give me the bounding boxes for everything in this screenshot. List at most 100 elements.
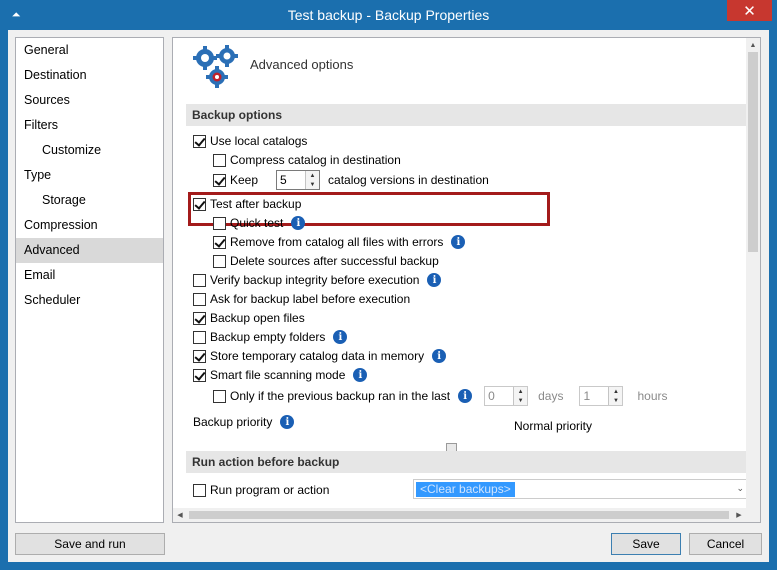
verify-integrity-option[interactable]: Verify backup integrity before execution… [193, 271, 442, 289]
compress-catalog-option[interactable]: Compress catalog in destination [213, 151, 401, 169]
action-select-value: <Clear backups> [416, 482, 515, 497]
smart-scan-checkbox[interactable] [193, 368, 206, 382]
chevron-down-icon[interactable]: ⌄ [736, 483, 744, 494]
nav-item-storage[interactable]: Storage [16, 188, 163, 213]
use-local-catalogs-label: Use local catalogs [210, 134, 308, 148]
gears-icon [193, 45, 238, 88]
keep-versions-option[interactable]: Keep 5 ▲ ▼ catalog versions in destinati… [213, 170, 489, 190]
compress-catalog-checkbox[interactable] [213, 153, 226, 167]
scroll-up-icon[interactable]: ▲ [746, 38, 760, 52]
hours-value[interactable]: 1 [580, 387, 608, 405]
quick-test-label: Quick test [230, 216, 284, 230]
cancel-button[interactable]: Cancel [689, 533, 762, 555]
keep-label: Keep [230, 173, 259, 187]
close-button[interactable]: ✕ [727, 0, 772, 21]
smart-scan-option[interactable]: Smart file scanning mode i [193, 366, 368, 384]
compress-catalog-label: Compress catalog in destination [230, 153, 401, 167]
advanced-options-panel: Advanced options Backup options Use loca… [172, 37, 761, 523]
nav-item-sources[interactable]: Sources [16, 88, 163, 113]
info-icon[interactable]: i [353, 368, 368, 382]
title-bar: ⏶ Test backup - Backup Properties ✕ [0, 0, 777, 30]
nav-item-advanced[interactable]: Advanced [16, 238, 163, 263]
info-icon[interactable]: i [432, 349, 447, 363]
ask-label-checkbox[interactable] [193, 292, 206, 306]
ask-label-label: Ask for backup label before execution [210, 292, 411, 306]
nav-item-filters[interactable]: Filters [16, 113, 163, 138]
keep-versions-stepper[interactable]: 5 ▲ ▼ [276, 170, 321, 190]
ask-label-option[interactable]: Ask for backup label before execution [193, 290, 410, 308]
settings-nav: General Destination Sources Filters Cust… [15, 37, 164, 523]
test-after-backup-checkbox[interactable] [193, 197, 206, 211]
delete-sources-checkbox[interactable] [213, 254, 226, 268]
quick-test-checkbox[interactable] [213, 216, 226, 230]
nav-item-general[interactable]: General [16, 38, 163, 63]
verify-integrity-checkbox[interactable] [193, 273, 206, 287]
keep-versions-value[interactable]: 5 [277, 171, 305, 189]
only-if-previous-checkbox[interactable] [213, 389, 226, 403]
run-program-label: Run program or action [210, 483, 330, 497]
nav-item-email[interactable]: Email [16, 263, 163, 288]
info-icon[interactable]: i [291, 216, 306, 230]
days-stepper[interactable]: 0 ▲ ▼ [484, 386, 529, 406]
keep-versions-checkbox[interactable] [213, 173, 226, 187]
nav-item-destination[interactable]: Destination [16, 63, 163, 88]
remove-from-catalog-checkbox[interactable] [213, 235, 226, 249]
nav-item-scheduler[interactable]: Scheduler [16, 288, 163, 313]
remove-from-catalog-option[interactable]: Remove from catalog all files with error… [213, 233, 466, 251]
info-icon[interactable]: i [451, 235, 466, 249]
hours-stepper[interactable]: 1 ▲ ▼ [579, 386, 624, 406]
scroll-left-icon[interactable]: ◀ [173, 508, 187, 522]
store-temp-checkbox[interactable] [193, 349, 206, 363]
delete-sources-option[interactable]: Delete sources after successful backup [213, 252, 439, 270]
backup-priority-row: Backup priority i [193, 413, 295, 431]
stepper-up-icon[interactable]: ▲ [514, 387, 528, 396]
page-title: Advanced options [250, 57, 354, 72]
save-and-run-button[interactable]: Save and run [15, 533, 165, 555]
only-if-previous-option[interactable]: Only if the previous backup ran in the l… [213, 386, 668, 406]
vertical-scrollbar[interactable]: ▲ [746, 38, 760, 508]
use-local-catalogs-option[interactable]: Use local catalogs [193, 132, 307, 150]
store-temp-option[interactable]: Store temporary catalog data in memory i [193, 347, 447, 365]
horizontal-scrollbar[interactable]: ◀ ▶ [173, 508, 746, 522]
save-button[interactable]: Save [611, 533, 681, 555]
stepper-down-icon[interactable]: ▼ [609, 396, 623, 405]
backup-priority-label: Backup priority [193, 415, 273, 429]
empty-folders-option[interactable]: Backup empty folders i [193, 328, 348, 346]
section-backup-options: Backup options [186, 104, 746, 126]
vertical-scroll-thumb[interactable] [748, 52, 758, 252]
info-icon[interactable]: i [427, 273, 442, 287]
info-icon[interactable]: i [458, 389, 473, 403]
keep-suffix-label: catalog versions in destination [328, 173, 489, 187]
info-icon[interactable]: i [333, 330, 348, 344]
remove-from-catalog-label: Remove from catalog all files with error… [230, 235, 444, 249]
stepper-up-icon[interactable]: ▲ [609, 387, 623, 396]
scroll-corner [746, 508, 760, 522]
run-program-checkbox[interactable] [193, 483, 206, 497]
test-after-backup-option[interactable]: Test after backup [193, 195, 301, 213]
info-icon[interactable]: i [280, 415, 295, 429]
horizontal-scroll-thumb[interactable] [189, 511, 729, 519]
section-run-action: Run action before backup [186, 451, 746, 473]
days-label: days [538, 389, 564, 403]
nav-item-type[interactable]: Type [16, 163, 163, 188]
days-value[interactable]: 0 [485, 387, 513, 405]
stepper-up-icon[interactable]: ▲ [306, 171, 320, 180]
priority-value-label: Normal priority [514, 419, 593, 433]
quick-test-option[interactable]: Quick test i [213, 214, 306, 232]
nav-item-compression[interactable]: Compression [16, 213, 163, 238]
close-icon: ✕ [743, 2, 756, 20]
action-select[interactable]: <Clear backups> ⌄ [413, 479, 748, 499]
only-if-previous-label: Only if the previous backup ran in the l… [230, 389, 451, 403]
scroll-right-icon[interactable]: ▶ [732, 508, 746, 522]
open-files-label: Backup open files [210, 311, 305, 325]
empty-folders-checkbox[interactable] [193, 330, 206, 344]
run-program-option[interactable]: Run program or action [193, 481, 329, 499]
nav-item-customize[interactable]: Customize [16, 138, 163, 163]
stepper-down-icon[interactable]: ▼ [514, 396, 528, 405]
empty-folders-label: Backup empty folders [210, 330, 326, 344]
use-local-catalogs-checkbox[interactable] [193, 134, 206, 148]
open-files-option[interactable]: Backup open files [193, 309, 305, 327]
open-files-checkbox[interactable] [193, 311, 206, 325]
stepper-down-icon[interactable]: ▼ [306, 180, 320, 189]
window-title: Test backup - Backup Properties [287, 7, 490, 23]
